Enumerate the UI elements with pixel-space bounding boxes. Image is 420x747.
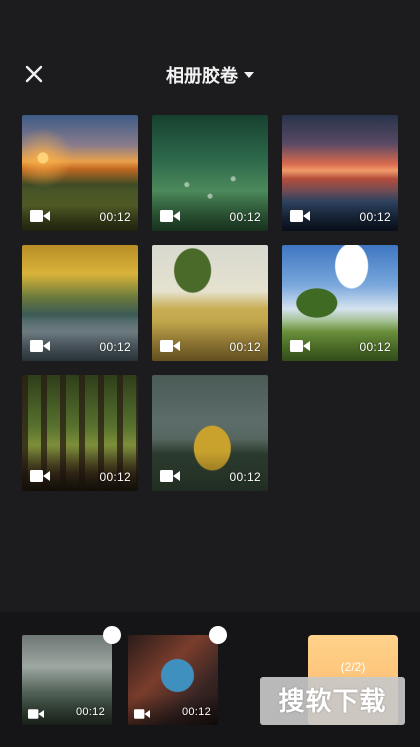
media-item[interactable]: 00:12 <box>22 115 138 231</box>
media-item[interactable]: 00:12 <box>152 375 268 491</box>
video-duration: 00:12 <box>229 470 261 484</box>
video-duration: 00:12 <box>99 470 131 484</box>
video-duration: 00:12 <box>75 706 105 718</box>
selected-item[interactable]: 00:12 <box>128 635 218 725</box>
selected-item[interactable]: 00:12 <box>22 635 112 725</box>
video-camera-icon <box>290 340 310 352</box>
video-duration: 00:12 <box>229 340 261 354</box>
video-camera-icon <box>290 210 310 222</box>
remove-selection-button[interactable] <box>103 626 121 644</box>
video-duration: 00:12 <box>99 340 131 354</box>
video-duration: 00:12 <box>359 340 391 354</box>
media-item[interactable]: 00:12 <box>282 245 398 361</box>
media-item[interactable]: 00:12 <box>22 375 138 491</box>
video-duration: 00:12 <box>99 210 131 224</box>
video-camera-icon <box>160 340 180 352</box>
media-item[interactable]: 00:12 <box>282 115 398 231</box>
video-camera-icon <box>134 709 150 719</box>
video-duration: 00:12 <box>359 210 391 224</box>
media-item[interactable]: 00:12 <box>152 115 268 231</box>
album-selector[interactable]: 相册胶卷 <box>0 62 420 88</box>
video-camera-icon <box>30 470 50 482</box>
remove-selection-button[interactable] <box>209 626 227 644</box>
video-camera-icon <box>28 709 44 719</box>
video-duration: 00:12 <box>229 210 261 224</box>
media-item[interactable]: 00:12 <box>22 245 138 361</box>
caret-down-icon <box>244 72 254 79</box>
video-camera-icon <box>160 470 180 482</box>
video-camera-icon <box>30 210 50 222</box>
video-camera-icon <box>30 340 50 352</box>
media-item[interactable]: 00:12 <box>152 245 268 361</box>
video-camera-icon <box>160 210 180 222</box>
watermark: 搜软下载 <box>260 677 405 725</box>
selection-count: (2/2) <box>340 660 366 674</box>
album-title: 相册胶卷 <box>166 66 238 86</box>
video-duration: 00:12 <box>181 706 211 718</box>
header: 相册胶卷 <box>0 0 420 110</box>
